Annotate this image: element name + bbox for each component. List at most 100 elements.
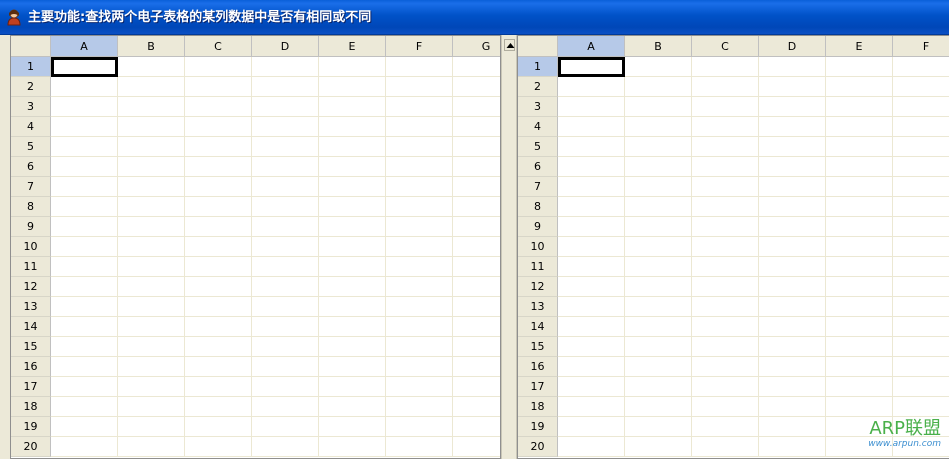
grid-cell[interactable] [118,217,185,237]
grid-cell[interactable] [759,197,826,217]
grid-cell[interactable] [386,77,453,97]
grid-cell[interactable] [319,297,386,317]
grid-cell[interactable] [386,197,453,217]
grid-cell[interactable] [386,357,453,377]
grid-cell[interactable] [51,297,118,317]
grid-cell[interactable] [759,437,826,457]
row-header-14[interactable]: 14 [518,317,558,337]
grid-cell[interactable] [893,197,949,217]
grid-cell[interactable] [692,217,759,237]
grid-cell[interactable] [252,237,319,257]
grid-cell[interactable] [386,237,453,257]
selected-cell[interactable] [558,57,625,77]
column-header-f[interactable]: F [386,36,453,57]
grid-cell[interactable] [118,97,185,117]
grid-cell[interactable] [453,57,500,77]
grid-cell[interactable] [893,97,949,117]
grid-cell[interactable] [453,97,500,117]
grid-cell[interactable] [185,337,252,357]
grid-cell[interactable] [386,397,453,417]
grid-cell[interactable] [319,397,386,417]
grid-cell[interactable] [319,77,386,97]
grid-cell[interactable] [453,217,500,237]
grid-cell[interactable] [692,117,759,137]
grid-cell[interactable] [252,97,319,117]
row-header-5[interactable]: 5 [11,137,51,157]
grid-cell[interactable] [625,137,692,157]
grid-cell[interactable] [759,317,826,337]
grid-cell[interactable] [252,257,319,277]
grid-cell[interactable] [692,417,759,437]
grid-cell[interactable] [51,117,118,137]
grid-cell[interactable] [319,157,386,177]
grid-cell[interactable] [386,217,453,237]
grid-cell[interactable] [118,177,185,197]
grid-cell[interactable] [252,137,319,157]
grid-cell[interactable] [319,337,386,357]
column-header-g[interactable]: G [453,36,500,57]
grid-cell[interactable] [893,137,949,157]
grid-cell[interactable] [51,337,118,357]
grid-cell[interactable] [386,277,453,297]
grid-cell[interactable] [625,417,692,437]
up-arrow-icon[interactable] [504,39,515,51]
grid-cell[interactable] [118,317,185,337]
row-header-16[interactable]: 16 [11,357,51,377]
grid-cell[interactable] [692,437,759,457]
grid-cell[interactable] [453,377,500,397]
grid-cell[interactable] [692,197,759,217]
grid-cell[interactable] [51,397,118,417]
grid-cell[interactable] [692,177,759,197]
grid-cell[interactable] [51,237,118,257]
row-header-13[interactable]: 13 [518,297,558,317]
grid-cell[interactable] [319,417,386,437]
grid-cell[interactable] [453,137,500,157]
grid-cell[interactable] [51,217,118,237]
row-header-13[interactable]: 13 [11,297,51,317]
row-header-8[interactable]: 8 [11,197,51,217]
row-header-17[interactable]: 17 [11,377,51,397]
grid-cell[interactable] [692,57,759,77]
grid-cell[interactable] [625,377,692,397]
grid-cell[interactable] [453,297,500,317]
grid-cell[interactable] [252,377,319,397]
row-header-9[interactable]: 9 [518,217,558,237]
grid-cell[interactable] [453,417,500,437]
grid-cell[interactable] [625,337,692,357]
grid-cell[interactable] [558,97,625,117]
grid-cell[interactable] [51,417,118,437]
grid-cell[interactable] [625,217,692,237]
grid-cell[interactable] [386,257,453,277]
grid-cell[interactable] [759,377,826,397]
row-header-9[interactable]: 9 [11,217,51,237]
grid-cell[interactable] [826,337,893,357]
grid-cell[interactable] [558,237,625,257]
grid-cell[interactable] [893,77,949,97]
grid-cell[interactable] [893,377,949,397]
grid-cell[interactable] [692,157,759,177]
row-header-3[interactable]: 3 [11,97,51,117]
grid-cell[interactable] [759,237,826,257]
grid-cell[interactable] [558,437,625,457]
grid-cell[interactable] [893,277,949,297]
grid-cell[interactable] [759,77,826,97]
grid-cell[interactable] [826,377,893,397]
grid-cell[interactable] [826,77,893,97]
grid-cell[interactable] [118,237,185,257]
grid-cell[interactable] [185,77,252,97]
grid-cell[interactable] [319,97,386,117]
grid-cell[interactable] [826,277,893,297]
grid-cell[interactable] [625,197,692,217]
grid-cell[interactable] [118,277,185,297]
grid-cell[interactable] [826,197,893,217]
grid-cell[interactable] [252,437,319,457]
row-header-11[interactable]: 11 [11,257,51,277]
grid-cell[interactable] [453,197,500,217]
column-header-f[interactable]: F [893,36,949,57]
row-header-14[interactable]: 14 [11,317,51,337]
grid-cell[interactable] [51,317,118,337]
grid-cell[interactable] [759,257,826,277]
column-header-c[interactable]: C [692,36,759,57]
column-header-d[interactable]: D [252,36,319,57]
grid-cell[interactable] [51,277,118,297]
